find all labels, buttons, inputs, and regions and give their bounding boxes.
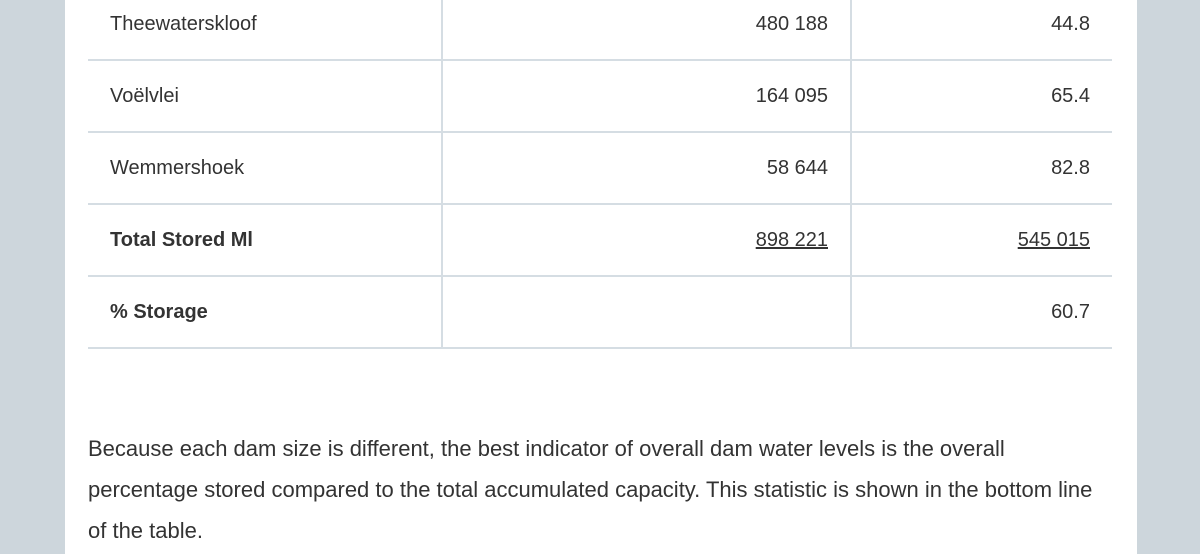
storage-row: % Storage 60.7 bbox=[88, 276, 1112, 349]
dam-percent: 65.4 bbox=[850, 60, 1112, 133]
dam-capacity: 58 644 bbox=[441, 132, 851, 205]
total-row: Total Stored Ml 898 221 545 015 bbox=[88, 204, 1112, 277]
table-row: Theewaterskloof 480 188 44.8 bbox=[88, 0, 1112, 61]
dam-name: Wemmershoek bbox=[88, 132, 442, 205]
dam-name: Theewaterskloof bbox=[88, 0, 442, 61]
total-stored: 545 015 bbox=[850, 204, 1112, 277]
dam-levels-table: Theewaterskloof 480 188 44.8 Voëlvlei 16… bbox=[88, 0, 1112, 349]
table-row: Voëlvlei 164 095 65.4 bbox=[88, 60, 1112, 133]
dam-percent: 82.8 bbox=[850, 132, 1112, 205]
explanation-paragraph: Because each dam size is different, the … bbox=[88, 436, 1093, 543]
dam-capacity: 480 188 bbox=[441, 0, 851, 61]
dam-name: Voëlvlei bbox=[88, 60, 442, 133]
content-panel: Theewaterskloof 480 188 44.8 Voëlvlei 16… bbox=[65, 0, 1137, 554]
storage-percent: 60.7 bbox=[850, 276, 1112, 349]
storage-label: % Storage bbox=[88, 276, 442, 349]
total-stored-value: 545 015 bbox=[1017, 228, 1090, 251]
total-capacity-value: 898 221 bbox=[755, 228, 828, 251]
storage-empty bbox=[441, 276, 851, 349]
dam-capacity: 164 095 bbox=[441, 60, 851, 133]
table-row: Wemmershoek 58 644 82.8 bbox=[88, 132, 1112, 205]
total-capacity: 898 221 bbox=[441, 204, 851, 277]
total-label: Total Stored Ml bbox=[88, 204, 442, 277]
dam-percent: 44.8 bbox=[850, 0, 1112, 61]
